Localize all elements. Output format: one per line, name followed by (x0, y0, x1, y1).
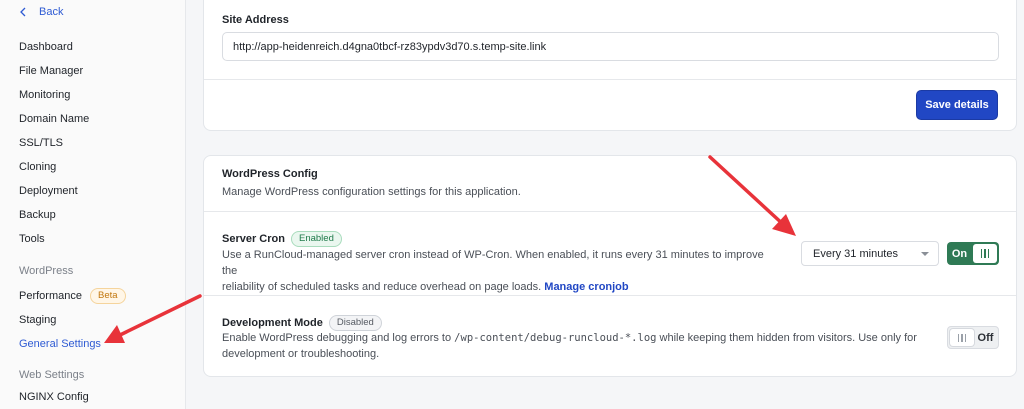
toggle-knob-icon (973, 244, 997, 263)
disabled-badge: Disabled (328, 315, 382, 331)
sidebar-item-deployment[interactable]: Deployment (19, 185, 78, 197)
sidebar-item-staging[interactable]: Staging (19, 314, 56, 326)
development-mode-description: Enable WordPress debugging and log error… (222, 330, 922, 362)
sidebar-section-web-settings: Web Settings (19, 369, 85, 381)
site-address-label: Site Address (222, 14, 289, 26)
sidebar-item-ssl-tls[interactable]: SSL/TLS (19, 137, 63, 149)
sidebar-item-monitoring[interactable]: Monitoring (19, 89, 70, 101)
server-cron-desc-line2-wrap: reliability of scheduled tasks and reduc… (222, 279, 782, 295)
sidebar-item-performance[interactable]: Performance Beta (19, 288, 126, 304)
toggle-knob-icon (950, 329, 974, 346)
dev-mode-desc-pre: Enable WordPress debugging and log error… (222, 332, 455, 344)
site-address-input[interactable] (222, 32, 999, 61)
dev-mode-desc-line1: Enable WordPress debugging and log error… (222, 330, 922, 346)
caret-down-icon (921, 252, 929, 256)
wordpress-config-subtitle: Manage WordPress configuration settings … (222, 186, 521, 198)
sidebar-section-wordpress: WordPress (19, 265, 74, 277)
server-cron-desc-line1: Use a RunCloud-managed server cron inste… (222, 249, 764, 277)
enabled-badge: Enabled (290, 231, 342, 247)
server-cron-desc-line2: reliability of scheduled tasks and reduc… (222, 281, 542, 293)
back-link[interactable]: Back (19, 6, 63, 18)
divider (204, 211, 1016, 212)
cron-interval-select[interactable]: Every 31 minutes (801, 241, 939, 266)
sidebar-item-domain-name[interactable]: Domain Name (19, 113, 89, 125)
sidebar-item-general-settings[interactable]: General Settings (19, 338, 101, 350)
sidebar-item-backup[interactable]: Backup (19, 209, 56, 221)
sidebar-item-tools[interactable]: Tools (19, 233, 45, 245)
site-address-card: Site Address Save details (203, 0, 1017, 131)
development-mode-label: Development Mode (222, 317, 323, 329)
server-cron-toggle[interactable]: On (947, 242, 999, 265)
sidebar-item-dashboard[interactable]: Dashboard (19, 41, 73, 53)
sidebar-item-label: Performance (19, 290, 82, 302)
divider (204, 79, 1016, 80)
server-cron-label: Server Cron (222, 233, 285, 245)
toggle-on-label: On (951, 247, 968, 260)
sidebar: Back Dashboard File Manager Monitoring D… (0, 0, 186, 409)
sidebar-item-cloning[interactable]: Cloning (19, 161, 56, 173)
development-mode-toggle[interactable]: Off (947, 326, 999, 349)
sidebar-item-file-manager[interactable]: File Manager (19, 65, 83, 77)
server-cron-description: Use a RunCloud-managed server cron inste… (222, 247, 782, 295)
save-details-button[interactable]: Save details (916, 90, 998, 120)
toggle-off-label: Off (977, 331, 994, 344)
divider (204, 295, 1016, 296)
sidebar-item-nginx-config[interactable]: NGINX Config (19, 391, 89, 403)
server-cron-title: Server Cron Enabled (222, 231, 342, 247)
manage-cronjob-link[interactable]: Manage cronjob (544, 281, 628, 293)
wordpress-config-card: WordPress Config Manage WordPress config… (203, 155, 1017, 377)
beta-badge: Beta (89, 288, 126, 304)
chevron-left-icon (19, 7, 31, 17)
debug-log-path: /wp-content/debug-runcloud-*.log (454, 332, 657, 344)
dev-mode-desc-line2: development or troubleshooting. (222, 348, 380, 360)
dev-mode-desc-post: while keeping them hidden from visitors.… (656, 332, 917, 344)
back-label: Back (39, 6, 64, 18)
cron-interval-value: Every 31 minutes (813, 247, 898, 260)
development-mode-title: Development Mode Disabled (222, 315, 382, 331)
wordpress-config-title: WordPress Config (222, 168, 318, 180)
